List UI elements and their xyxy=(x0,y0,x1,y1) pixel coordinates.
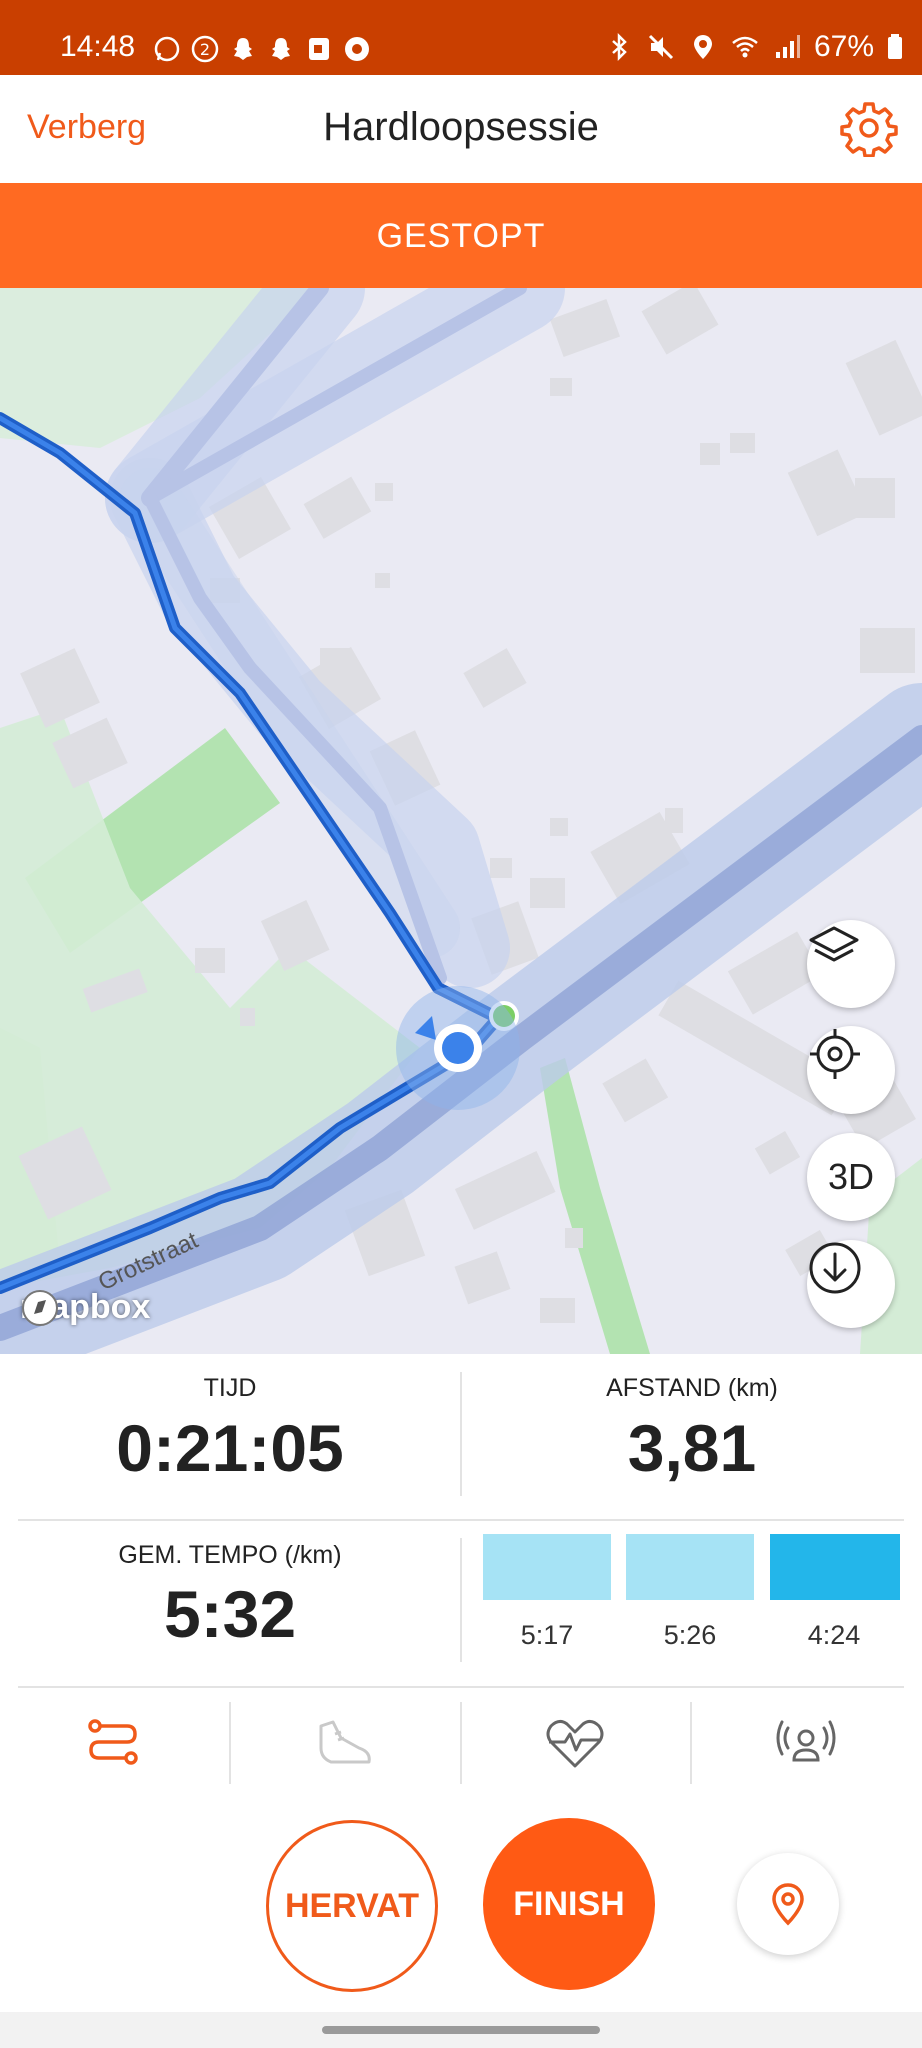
live-broadcast-icon xyxy=(776,1720,836,1762)
page-title: Hardloopsessie xyxy=(323,105,599,149)
home-indicator[interactable] xyxy=(322,2026,600,2034)
split-bar-1 xyxy=(483,1534,611,1600)
badge-2-icon: 2 xyxy=(191,35,219,63)
mute-icon xyxy=(648,34,674,60)
notification-icons: 2 xyxy=(152,34,372,64)
split-label-2: 5:26 xyxy=(663,1620,717,1650)
location-pin-icon xyxy=(772,1883,804,1926)
stats-tabs xyxy=(0,1688,922,1798)
svg-text:2: 2 xyxy=(200,40,210,59)
download-button[interactable] xyxy=(807,1240,895,1328)
location-icon xyxy=(693,35,712,59)
3d-button[interactable]: 3D xyxy=(807,1133,895,1221)
time-label: TIJD xyxy=(203,1374,257,1402)
route-map[interactable]: Grotstraat mapbox 3D xyxy=(0,288,922,1354)
bluetooth-icon xyxy=(612,32,627,62)
paused-status-text: GESTOPT xyxy=(376,217,546,255)
system-nav-bar xyxy=(0,2012,922,2048)
map-canvas xyxy=(0,288,922,1354)
paused-banner: GESTOPT xyxy=(0,183,922,288)
tab-shoe[interactable] xyxy=(305,1704,385,1784)
tab-live[interactable] xyxy=(766,1704,846,1784)
battery-percentage: 67% xyxy=(813,30,874,63)
gear-icon[interactable] xyxy=(840,99,898,157)
snapchat-icon xyxy=(234,38,252,60)
split-label-3: 4:24 xyxy=(807,1620,861,1650)
whatsapp-icon xyxy=(154,36,180,62)
split-bar-3 xyxy=(770,1534,900,1600)
resume-button[interactable]: HERVAT xyxy=(266,1820,438,1992)
divider xyxy=(460,1702,462,1784)
3d-label: 3D xyxy=(827,1156,875,1197)
heart-rate-icon xyxy=(546,1719,604,1768)
workout-stats: TIJD 0:21:05 AFSTAND (km) 3,81 GEM. TEMP… xyxy=(0,1354,922,1688)
layers-icon xyxy=(809,926,859,962)
time-value: 0:21:05 xyxy=(116,1411,344,1485)
tab-route[interactable] xyxy=(73,1704,153,1784)
shoe-icon xyxy=(319,1720,371,1764)
layers-button[interactable] xyxy=(807,920,895,1008)
divider xyxy=(690,1702,692,1784)
status-bar: 14:48 2 67% xyxy=(0,0,922,75)
mark-location-button[interactable] xyxy=(737,1853,839,1955)
divider xyxy=(460,1538,462,1662)
divider xyxy=(229,1702,231,1784)
divider xyxy=(18,1519,904,1521)
mapbox-logo-icon xyxy=(22,1290,58,1326)
download-icon xyxy=(809,1242,861,1294)
recenter-button[interactable] xyxy=(807,1026,895,1114)
crosshair-icon xyxy=(810,1029,860,1079)
route-icon xyxy=(88,1719,138,1765)
battery-icon xyxy=(888,34,902,59)
avg-pace-label: GEM. TEMPO (/km) xyxy=(118,1541,342,1569)
distance-label: AFSTAND (km) xyxy=(606,1374,778,1402)
split-label-1: 5:17 xyxy=(520,1620,574,1650)
avg-pace-value: 5:32 xyxy=(163,1577,297,1651)
app-header: Verberg Hardloopsessie xyxy=(0,75,922,183)
split-bar-2 xyxy=(626,1534,754,1600)
status-time: 14:48 xyxy=(60,30,136,63)
finish-button[interactable]: FINISH xyxy=(483,1818,655,1990)
mapbox-attribution[interactable]: mapbox xyxy=(20,1288,150,1327)
tab-heart-rate[interactable] xyxy=(535,1704,615,1784)
wifi-icon xyxy=(732,36,758,58)
signal-icon xyxy=(775,35,800,58)
distance-value: 3,81 xyxy=(627,1411,757,1485)
system-icons: 67% xyxy=(604,32,904,62)
snapchat-icon xyxy=(272,38,290,60)
record-icon xyxy=(345,37,369,61)
app-icon xyxy=(309,38,329,60)
